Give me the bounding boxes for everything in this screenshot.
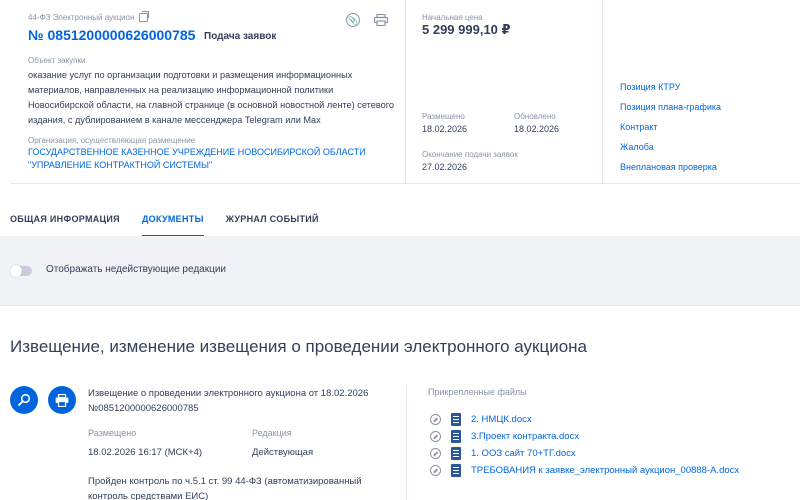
- file-link[interactable]: 2. НМЦК.docx: [471, 414, 532, 425]
- object-text: оказание услуг по организации подготовки…: [28, 70, 394, 125]
- tabs-bar: ОБЩАЯ ИНФОРМАЦИЯ ДОКУМЕНТЫ ЖУРНАЛ СОБЫТИ…: [0, 184, 800, 237]
- tabs: ОБЩАЯ ИНФОРМАЦИЯ ДОКУМЕНТЫ ЖУРНАЛ СОБЫТИ…: [10, 184, 319, 237]
- signature-icon[interactable]: [430, 464, 441, 476]
- file-link[interactable]: 3.Проект контракта.docx: [471, 431, 579, 442]
- column-divider: [406, 386, 407, 500]
- posted-value: 18.02.2026: [422, 124, 468, 134]
- file-link[interactable]: ТРЕБОВАНИЯ к заявке_электронный аукцион_…: [471, 465, 739, 476]
- price-label: Начальная цена: [422, 13, 483, 22]
- clip-icon[interactable]: 📎: [346, 13, 360, 27]
- notice-edition-field: Редакция Действующая: [252, 428, 313, 458]
- notice-posted-field: Размещено 18.02.2026 16:17 (МСК+4): [88, 428, 202, 458]
- view-button[interactable]: [10, 386, 38, 414]
- copy-icon[interactable]: [138, 11, 149, 22]
- word-file-icon: [451, 412, 461, 426]
- signature-icon[interactable]: [430, 430, 441, 442]
- section-title: Извещение, изменение извещения о проведе…: [10, 337, 587, 356]
- show-inactive-toggle[interactable]: [10, 265, 32, 277]
- signature-icon[interactable]: [430, 447, 441, 459]
- organization-label: Организация, осуществляющая размещение: [28, 136, 196, 145]
- word-file-icon: [451, 446, 461, 460]
- attached-files-label: Прикрепленные файлы: [428, 387, 527, 397]
- law-label: 44-ФЗ Электронный аукцион: [28, 13, 135, 22]
- updated-label: Обновлено: [514, 112, 556, 121]
- object-label: Объект закупки: [28, 56, 86, 65]
- stage-label: Подача заявок: [204, 31, 277, 42]
- posted-label: Размещено: [422, 112, 465, 121]
- posted-field: Размещено 18.02.2026: [422, 112, 467, 134]
- purchase-card: 44-ФЗ Электронный аукцион № 085120000062…: [10, 0, 800, 184]
- notice-edition-value: Действующая: [252, 447, 314, 458]
- link-plan-schedule-position[interactable]: Позиция плана-графика: [620, 102, 721, 112]
- search-icon: [18, 393, 31, 406]
- file-row: ТРЕБОВАНИЯ к заявке_электронный аукцион_…: [430, 463, 739, 477]
- tab-general-info[interactable]: ОБЩАЯ ИНФОРМАЦИЯ: [10, 184, 120, 236]
- control-status: Пройден контроль по ч.5.1 ст. 99 44-ФЗ (…: [88, 476, 362, 500]
- related-links: Позиция КТРУ Позиция плана-графика Контр…: [620, 82, 721, 182]
- link-complaint[interactable]: Жалоба: [620, 142, 721, 152]
- notice-posted-value: 18.02.2026 16:17 (МСК+4): [88, 447, 203, 458]
- file-row: 1. ООЗ сайт 70+ТГ.docx: [430, 446, 576, 460]
- tab-documents[interactable]: ДОКУМЕНТЫ: [141, 184, 204, 237]
- card-links-column: Позиция КТРУ Позиция плана-графика Контр…: [603, 0, 800, 184]
- print-icon: [55, 393, 69, 407]
- word-file-icon: [451, 429, 461, 443]
- notice-posted-label: Размещено: [88, 428, 137, 438]
- documents-section: Извещение, изменение извещения о проведе…: [0, 306, 800, 500]
- word-file-icon: [451, 463, 461, 477]
- file-row: 3.Проект контракта.docx: [430, 429, 579, 443]
- signature-icon[interactable]: [430, 413, 441, 425]
- registry-number-link[interactable]: № 0851200000626000785: [28, 27, 195, 43]
- deadline-label: Окончание подачи заявок: [422, 150, 518, 159]
- organization-link[interactable]: ГОСУДАРСТВЕННОЕ КАЗЕННОЕ УЧРЕЖДЕНИЕ НОВО…: [28, 146, 400, 172]
- link-contract[interactable]: Контракт: [620, 122, 721, 132]
- tab-event-log[interactable]: ЖУРНАЛ СОБЫТИЙ: [226, 184, 319, 236]
- card-price-column: Начальная цена 5 299 999,10 ₽ Размещено …: [406, 0, 603, 184]
- file-row: 2. НМЦК.docx: [430, 412, 532, 426]
- notice-edition-label: Редакция: [252, 428, 292, 438]
- notice-title: Извещение о проведении электронного аукц…: [88, 388, 369, 414]
- deadline-field: Окончание подачи заявок 27.02.2026: [422, 150, 518, 172]
- updated-value: 18.02.2026: [514, 124, 560, 134]
- print-button[interactable]: [48, 386, 76, 414]
- law-line: 44-ФЗ Электронный аукцион: [28, 11, 149, 22]
- print-icon[interactable]: [374, 14, 388, 26]
- initial-price: 5 299 999,10 ₽: [422, 22, 511, 37]
- link-ktru-position[interactable]: Позиция КТРУ: [620, 82, 721, 92]
- file-link[interactable]: 1. ООЗ сайт 70+ТГ.docx: [471, 448, 576, 459]
- card-main-column: 44-ФЗ Электронный аукцион № 085120000062…: [10, 0, 406, 184]
- toggle-label: Отображать недействующие редакции: [46, 264, 227, 275]
- deadline-value: 27.02.2026: [422, 162, 468, 172]
- link-unscheduled-inspection[interactable]: Внеплановая проверка: [620, 162, 721, 172]
- updated-field: Обновлено 18.02.2026: [514, 112, 559, 134]
